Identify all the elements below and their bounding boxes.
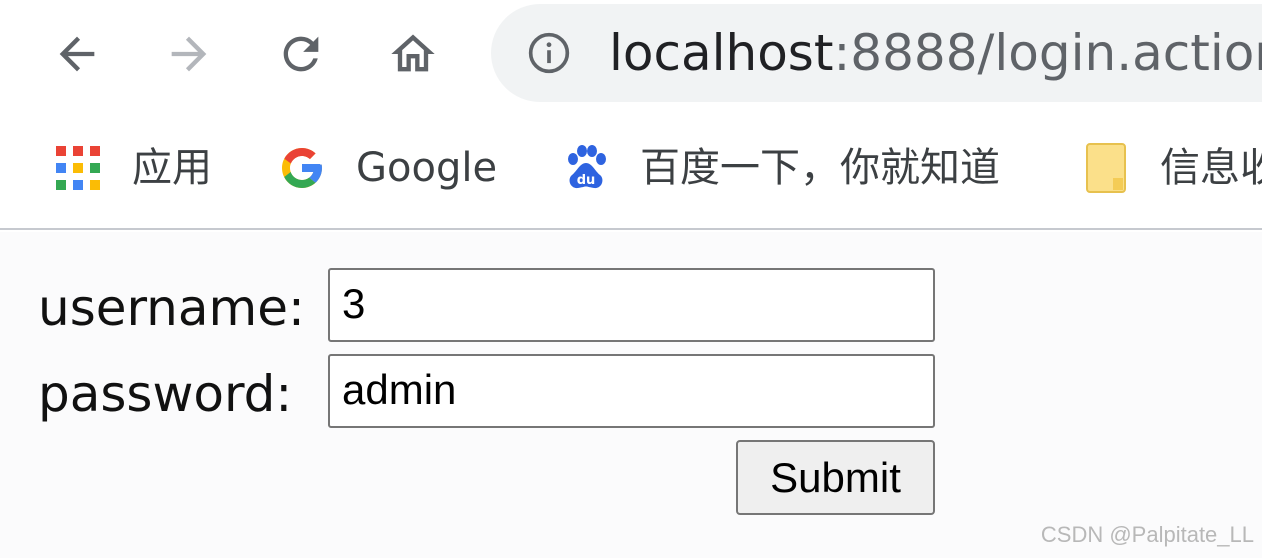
home-button[interactable]: [381, 22, 445, 86]
url-text[interactable]: localhost:8888/login.action: [609, 22, 1262, 84]
page-content: username: 3 password: admin Submit CSDN …: [0, 232, 1262, 558]
arrow-right-icon: [171, 36, 207, 72]
reload-button[interactable]: [269, 22, 333, 86]
back-button[interactable]: [45, 22, 109, 86]
apps-grid-icon: [52, 142, 104, 194]
bookmark-baidu[interactable]: du 百度一下，你就知道: [560, 138, 1000, 198]
password-input[interactable]: admin: [328, 354, 935, 428]
submit-button[interactable]: Submit: [736, 440, 935, 515]
address-bar[interactable]: localhost:8888/login.action: [491, 4, 1262, 102]
bookmark-google[interactable]: Google: [276, 138, 497, 198]
bookmark-folder[interactable]: 信息收: [1080, 138, 1262, 198]
bookmark-label: Google: [356, 145, 498, 191]
bookmark-apps[interactable]: 应用: [52, 138, 212, 198]
google-icon: [276, 142, 328, 194]
username-input[interactable]: 3: [328, 268, 935, 342]
bookmark-label: 信息收: [1160, 145, 1262, 191]
baidu-paw-icon: du: [560, 142, 612, 194]
username-label: username:: [38, 279, 305, 337]
arrow-left-icon: [59, 36, 95, 72]
url-path: :8888/login.action: [833, 24, 1262, 82]
svg-text:du: du: [577, 173, 596, 188]
bookmark-label: 应用: [132, 145, 212, 191]
browser-toolbar: localhost:8888/login.action: [0, 0, 1262, 108]
reload-icon: [283, 36, 319, 72]
password-label: password:: [38, 365, 293, 423]
info-circle-icon[interactable]: [527, 31, 571, 75]
folder-icon: [1080, 142, 1132, 194]
bookmark-label: 百度一下，你就知道: [640, 145, 1000, 191]
home-icon: [391, 34, 435, 72]
bookmarks-bar: 应用 Google du 百度一下，你就知道 信息收: [0, 108, 1262, 230]
forward-button[interactable]: [157, 22, 221, 86]
watermark-text: CSDN @Palpitate_LL: [1040, 522, 1254, 547]
url-host: localhost: [609, 24, 834, 82]
